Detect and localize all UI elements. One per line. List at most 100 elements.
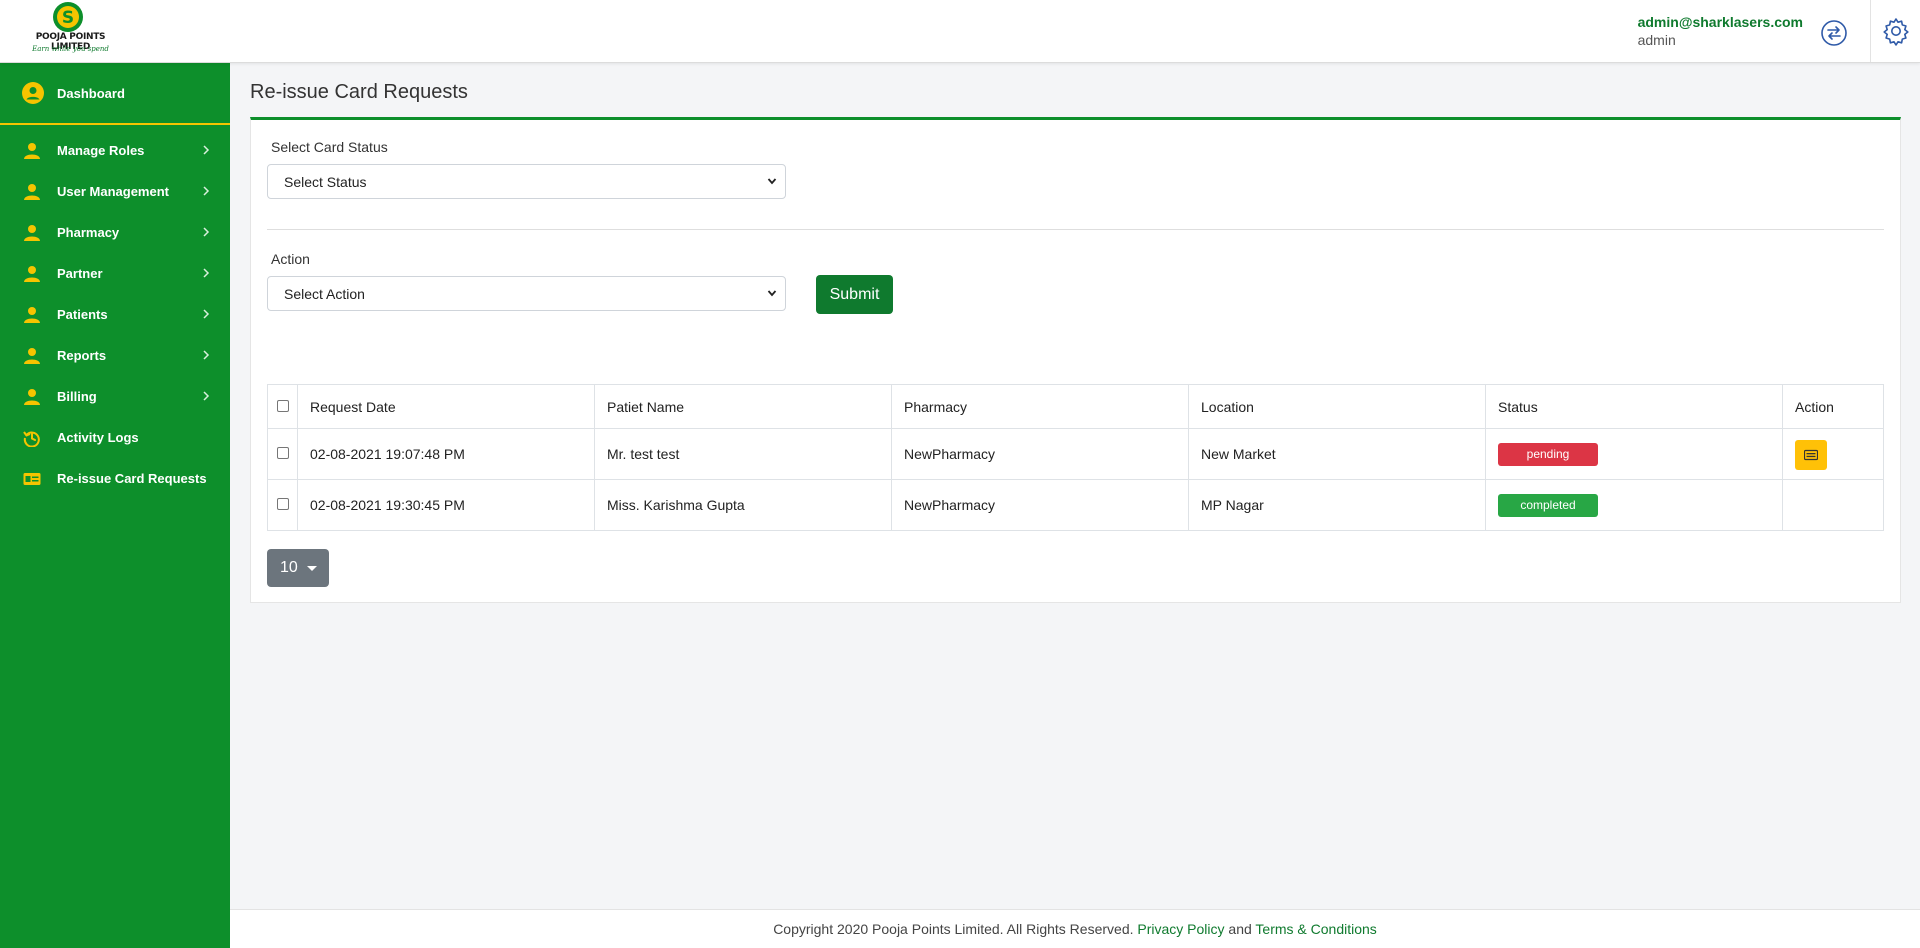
- column-header[interactable]: Pharmacy: [891, 384, 1189, 429]
- reissue-card-button[interactable]: [1795, 439, 1827, 470]
- user-icon: [24, 388, 40, 405]
- user-icon: [24, 265, 40, 282]
- sidebar-item-reissue-card-requests[interactable]: Re-issue Card Requests: [0, 458, 230, 499]
- sidebar-menu: Manage Roles User Management Pharmacy Pa…: [0, 125, 230, 499]
- id-card-icon: [1804, 449, 1818, 460]
- column-header[interactable]: Location: [1188, 384, 1486, 429]
- page-title: Re-issue Card Requests: [250, 81, 468, 103]
- chevron-right-icon: [203, 268, 210, 278]
- terms-link[interactable]: Terms & Conditions: [1255, 921, 1376, 937]
- submit-button[interactable]: Submit: [816, 275, 893, 314]
- sidebar-item-billing[interactable]: Billing: [0, 376, 230, 417]
- sidebar: Dashboard Manage Roles User Management P…: [0, 63, 230, 948]
- footer: Copyright 2020 Pooja Points Limited. All…: [230, 909, 1920, 948]
- action-label: Action: [271, 251, 310, 267]
- user-icon: [24, 306, 40, 323]
- table-header-row: Request Date Patiet Name Pharmacy Locati…: [267, 384, 1884, 429]
- patient-name-cell: Mr. test test: [594, 428, 892, 480]
- row-select-cell: [267, 479, 298, 531]
- swap-icon: [1821, 20, 1847, 46]
- patient-name-cell: Miss. Karishma Gupta: [594, 479, 892, 531]
- user-icon: [24, 224, 40, 241]
- card-status-label: Select Card Status: [271, 139, 388, 155]
- form-divider: [267, 229, 1884, 230]
- sidebar-item-label: Partner: [57, 266, 103, 281]
- chevron-right-icon: [203, 391, 210, 401]
- column-header[interactable]: Status: [1485, 384, 1783, 429]
- user-info[interactable]: admin@sharklasers.com admin: [1638, 14, 1803, 48]
- chevron-right-icon: [203, 309, 210, 319]
- sidebar-item-label: Re-issue Card Requests: [57, 471, 207, 486]
- row-select-cell: [267, 428, 298, 480]
- chevron-right-icon: [203, 145, 210, 155]
- row-checkbox[interactable]: [276, 498, 289, 510]
- logo-tagline: Earn while you spend: [32, 45, 109, 53]
- top-header: S POOJA POINTS LIMITED Earn while you sp…: [0, 0, 1920, 63]
- user-icon: [24, 183, 40, 200]
- action-cell: [1782, 479, 1884, 531]
- id-card-icon: [23, 472, 41, 485]
- footer-and-text: and: [1228, 921, 1252, 937]
- user-icon: [24, 347, 40, 364]
- sidebar-item-patients[interactable]: Patients: [0, 294, 230, 335]
- action-select-value: Select Action: [284, 285, 365, 302]
- user-circle-icon: [22, 82, 44, 104]
- column-header[interactable]: Request Date: [297, 384, 595, 429]
- logo-mark-icon: S: [53, 2, 83, 32]
- column-header[interactable]: Patiet Name: [594, 384, 892, 429]
- history-icon: [23, 430, 40, 447]
- chevron-down-icon: [767, 178, 777, 185]
- chevron-right-icon: [203, 186, 210, 196]
- settings-button[interactable]: [1870, 0, 1920, 62]
- table-row: 02-08-2021 19:07:48 PM Mr. test test New…: [267, 428, 1884, 480]
- svg-text:S: S: [62, 8, 74, 28]
- status-badge: completed: [1498, 493, 1598, 517]
- sidebar-item-pharmacy[interactable]: Pharmacy: [0, 212, 230, 253]
- sidebar-item-label: Patients: [57, 307, 108, 322]
- action-cell: [1782, 428, 1884, 480]
- sidebar-item-label: Activity Logs: [57, 430, 139, 445]
- sidebar-item-label: Manage Roles: [57, 143, 145, 158]
- page-size-value: 10: [280, 559, 298, 576]
- chevron-down-icon: [767, 290, 777, 297]
- user-role: admin: [1637, 32, 1676, 48]
- sidebar-item-label: Dashboard: [57, 85, 125, 101]
- column-header[interactable]: Action: [1782, 384, 1884, 429]
- pharmacy-cell: NewPharmacy: [891, 479, 1189, 531]
- location-cell: MP Nagar: [1188, 479, 1486, 531]
- sidebar-item-user-management[interactable]: User Management: [0, 171, 230, 212]
- chevron-right-icon: [203, 227, 210, 237]
- user-icon: [24, 142, 40, 159]
- privacy-policy-link[interactable]: Privacy Policy: [1137, 921, 1224, 937]
- select-all-checkbox[interactable]: [276, 399, 289, 412]
- card-status-select[interactable]: Select Status: [267, 164, 786, 199]
- page-size-dropdown[interactable]: 10: [267, 549, 329, 587]
- request-date-cell: 02-08-2021 19:30:45 PM: [297, 479, 595, 531]
- pharmacy-cell: NewPharmacy: [891, 428, 1189, 480]
- status-cell: pending: [1485, 428, 1783, 480]
- requests-table: Request Date Patiet Name Pharmacy Locati…: [267, 384, 1884, 531]
- sidebar-item-partner[interactable]: Partner: [0, 253, 230, 294]
- status-badge: pending: [1498, 442, 1598, 466]
- sidebar-item-label: Pharmacy: [57, 225, 120, 240]
- action-select[interactable]: Select Action: [267, 276, 786, 311]
- company-logo[interactable]: S POOJA POINTS LIMITED Earn while you sp…: [18, 0, 123, 60]
- select-all-cell: [267, 384, 298, 429]
- sidebar-item-dashboard[interactable]: Dashboard: [0, 63, 230, 125]
- sidebar-item-label: Billing: [57, 389, 97, 404]
- gear-icon: [1882, 18, 1909, 46]
- sidebar-item-manage-roles[interactable]: Manage Roles: [0, 130, 230, 171]
- sidebar-item-reports[interactable]: Reports: [0, 335, 230, 376]
- user-email: admin@sharklasers.com: [1637, 14, 1803, 30]
- sidebar-item-label: User Management: [57, 184, 169, 199]
- sidebar-item-activity-logs[interactable]: Activity Logs: [0, 417, 230, 458]
- copyright-text: Copyright 2020 Pooja Points Limited. All…: [773, 921, 1134, 937]
- chevron-right-icon: [203, 350, 210, 360]
- location-cell: New Market: [1188, 428, 1486, 480]
- request-date-cell: 02-08-2021 19:07:48 PM: [297, 428, 595, 480]
- status-cell: completed: [1485, 479, 1783, 531]
- row-checkbox[interactable]: [276, 447, 289, 459]
- switch-account-button[interactable]: [1820, 19, 1848, 47]
- card-status-select-value: Select Status: [284, 173, 367, 190]
- caret-down-icon: [306, 565, 317, 571]
